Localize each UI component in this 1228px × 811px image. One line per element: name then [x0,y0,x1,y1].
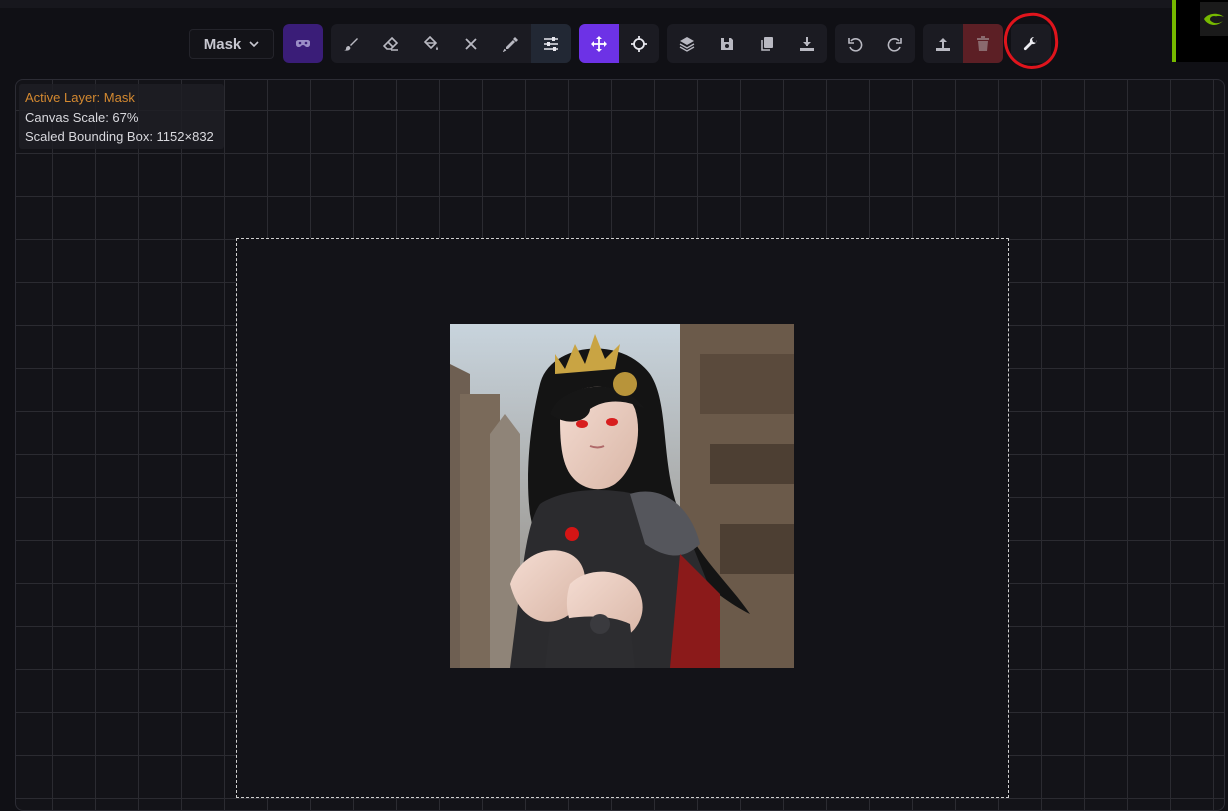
reset-view-button[interactable] [619,24,659,63]
copy-to-clipboard-button[interactable] [747,24,787,63]
clear-mask-button[interactable] [451,24,491,63]
download-icon [800,36,814,51]
upload-button[interactable] [923,24,963,63]
merge-layers-icon [679,36,695,52]
file-group [923,24,1003,63]
color-picker-icon [503,36,518,52]
trash-icon [977,35,989,51]
redo-icon [887,37,902,52]
mask-icon [296,39,310,47]
upload-icon [936,37,950,51]
view-group [579,24,659,63]
canvas-image[interactable] [450,324,794,668]
save-icon [721,37,733,50]
bounding-box-text: Scaled Bounding Box: 1152×832 [25,129,214,144]
window-top-strip [0,0,1228,8]
color-picker-button[interactable] [491,24,531,63]
undo-icon [848,37,863,52]
reset-view-icon [631,35,647,52]
move-tool-button[interactable] [579,24,619,63]
download-button[interactable] [787,24,827,63]
brush-options-button[interactable] [531,24,571,63]
clear-canvas-button[interactable] [963,24,1003,63]
canvas-scale-text: Canvas Scale: 67% [25,109,139,125]
move-icon [591,35,607,52]
tools-group [331,24,571,63]
layer-select[interactable]: Mask [189,29,274,59]
image-actions-group [667,24,827,63]
fill-tool-button[interactable] [411,24,451,63]
mask-options-group [283,24,323,63]
clear-icon [465,37,477,50]
generated-image [450,324,794,668]
active-layer-text: Active Layer: Mask [25,90,135,105]
redo-button[interactable] [875,24,915,63]
mask-options-button[interactable] [283,24,323,63]
canvas-info-overlay: Active Layer: Mask Canvas Scale: 67% Sca… [19,84,224,149]
layer-select-value: Mask [203,35,242,53]
save-to-gallery-button[interactable] [707,24,747,63]
fill-icon [423,35,438,50]
canvas-area[interactable]: Active Layer: Mask Canvas Scale: 67% Sca… [15,79,1225,811]
settings-sliders-icon [544,36,558,51]
copy-icon [761,36,773,51]
brush-icon [344,37,358,51]
brush-tool-button[interactable] [331,24,371,63]
eraser-icon [383,36,399,51]
eraser-tool-button[interactable] [371,24,411,63]
undo-button[interactable] [835,24,875,63]
chevron-down-icon [249,41,259,48]
history-group [835,24,915,63]
merge-layers-button[interactable] [667,24,707,63]
